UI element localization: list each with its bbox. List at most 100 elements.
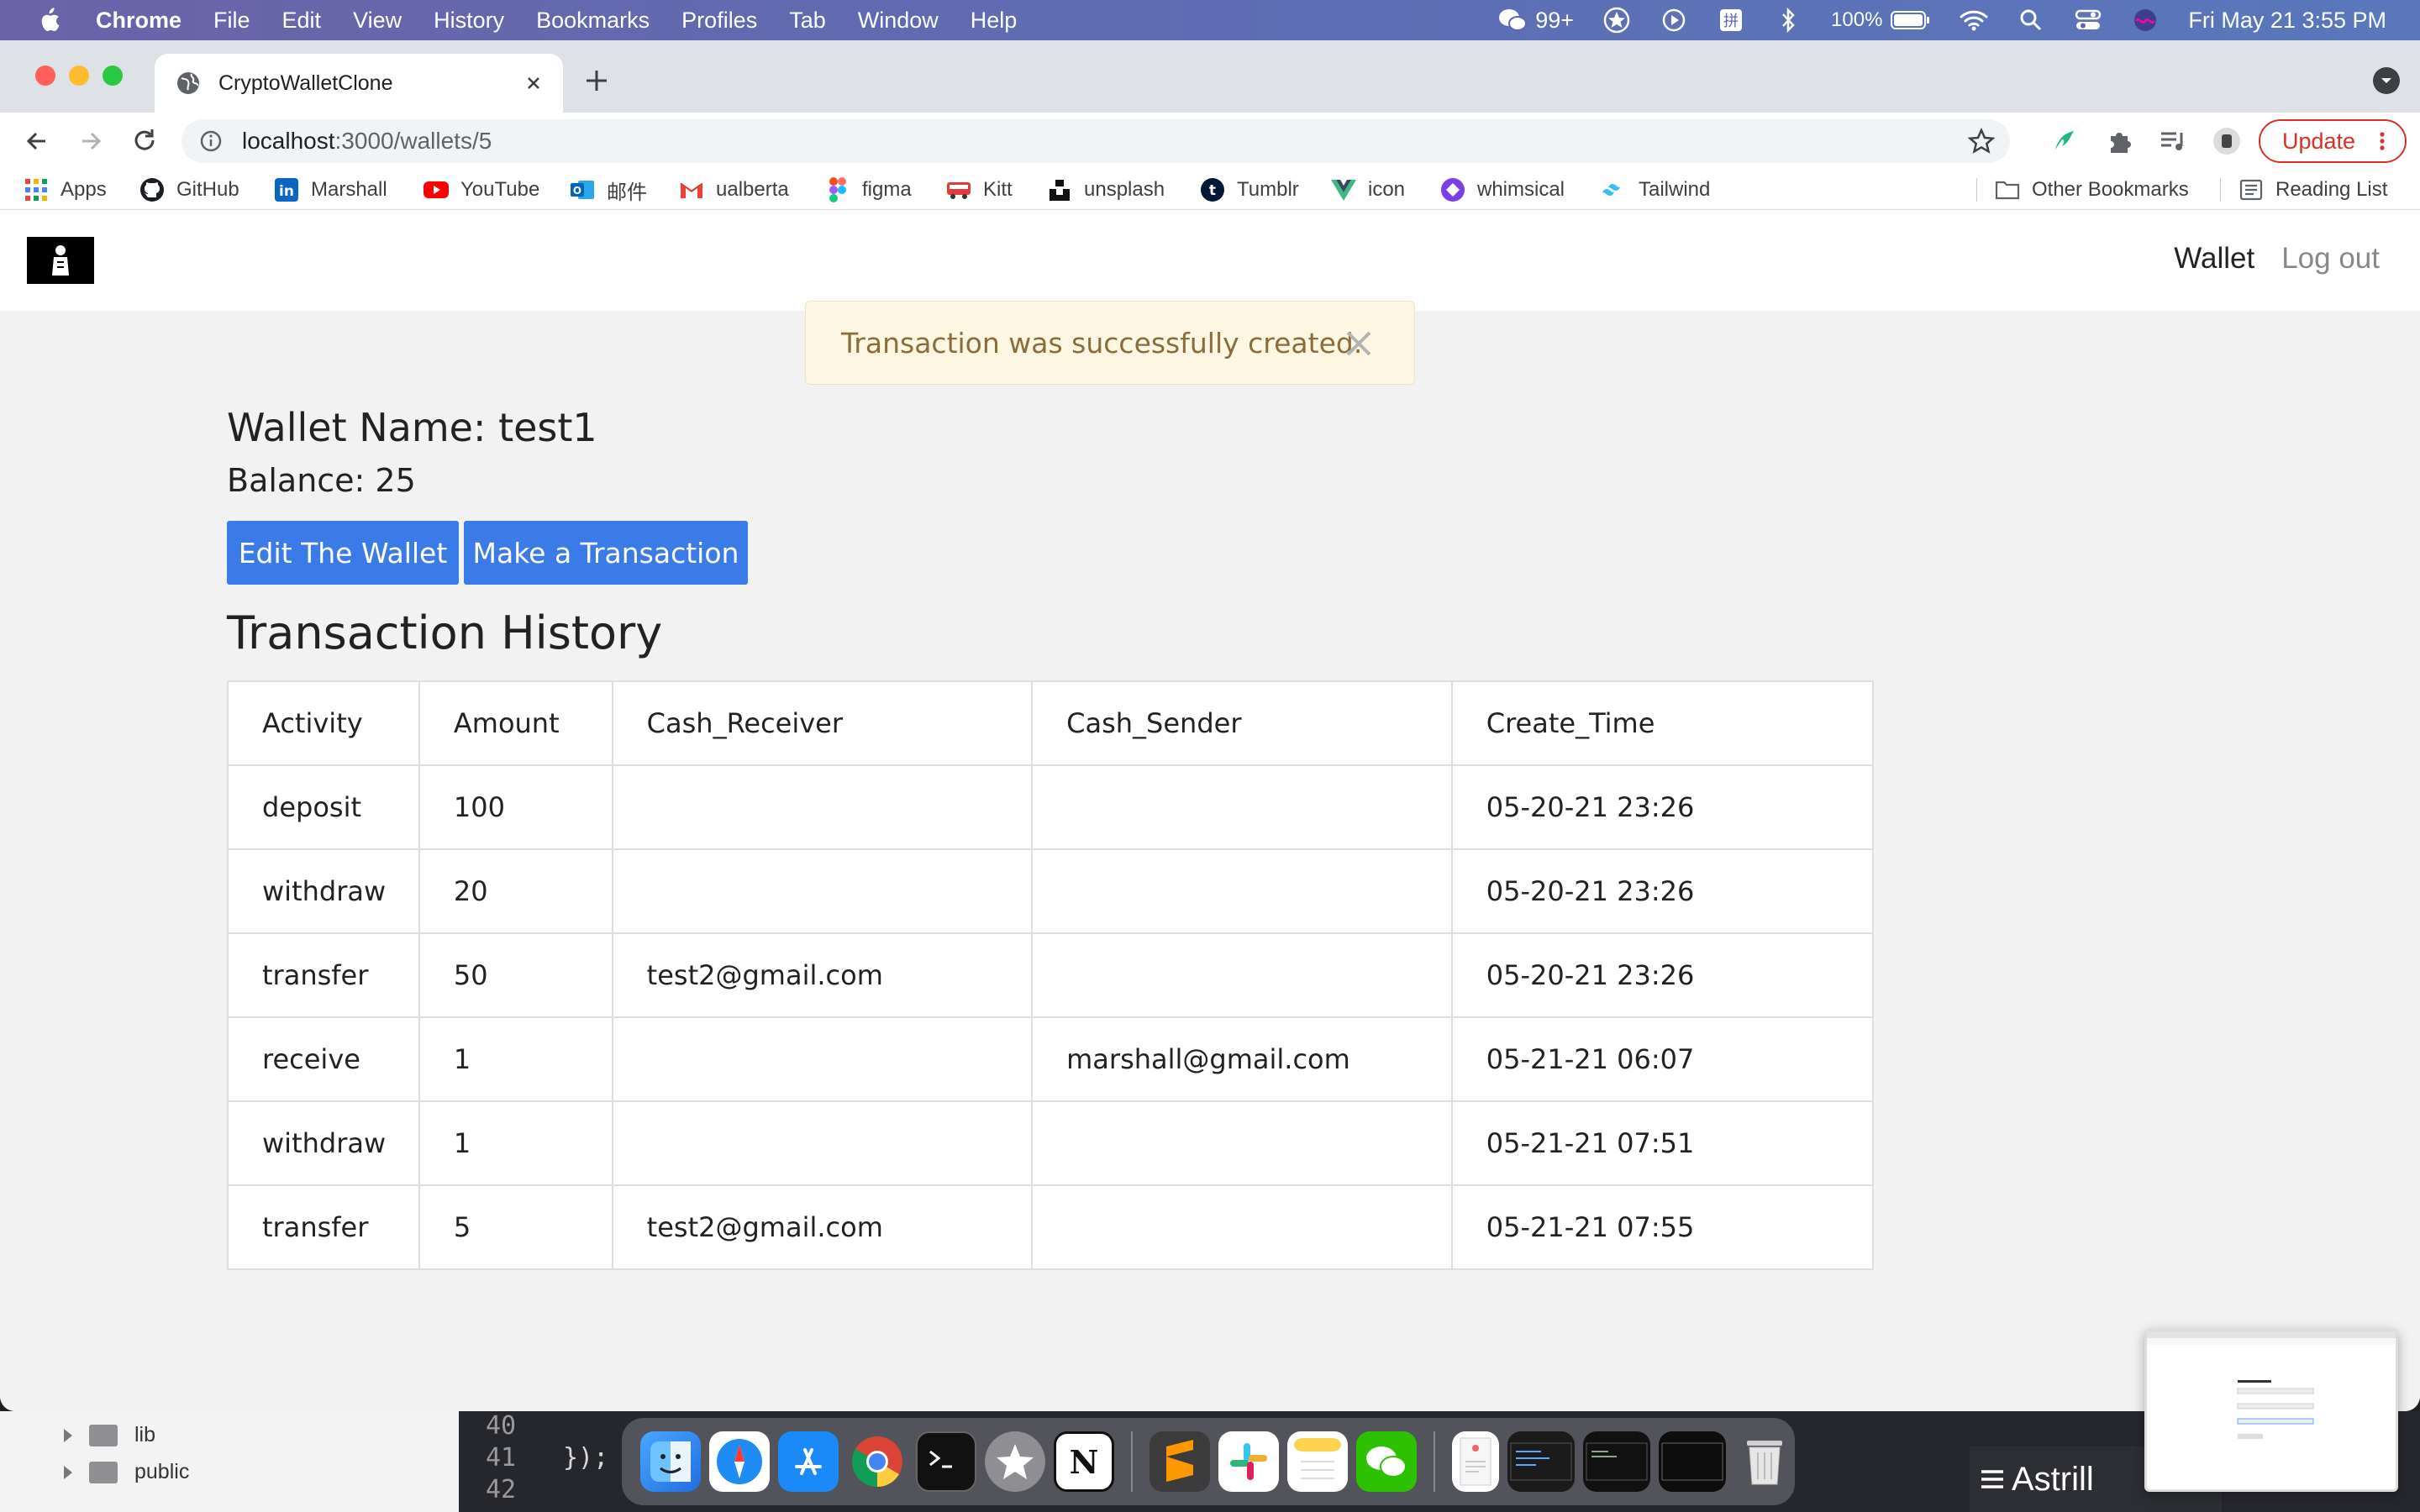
notes-icon[interactable]: [1287, 1431, 1348, 1492]
app-store-icon[interactable]: [778, 1431, 839, 1492]
menu-edit[interactable]: Edit: [282, 8, 322, 34]
close-window-button[interactable]: [35, 66, 55, 86]
menubar-app-name[interactable]: Chrome: [96, 8, 182, 34]
menu-bookmarks[interactable]: Bookmarks: [536, 8, 650, 34]
url-host: localhost: [242, 128, 335, 154]
cell-cash-sender: [1031, 764, 1453, 850]
close-tab-icon[interactable]: [521, 71, 546, 96]
terminal-icon[interactable]: [916, 1431, 976, 1492]
bookmark-marshall[interactable]: in Marshall: [274, 176, 387, 203]
svg-text:N: N: [1070, 1443, 1099, 1481]
menu-tab[interactable]: Tab: [789, 8, 826, 34]
bookmark-label: Apps: [60, 178, 107, 201]
bookmark-kitt[interactable]: Kitt: [946, 176, 1013, 203]
bookmark-star-icon[interactable]: [1967, 127, 1996, 155]
back-arrow-icon[interactable]: [22, 126, 52, 156]
apple-menu-icon[interactable]: [34, 5, 64, 35]
make-transaction-button[interactable]: Make a Transaction: [464, 521, 748, 585]
document-thumbnail-icon[interactable]: [1452, 1431, 1499, 1492]
forward-arrow-icon[interactable]: [76, 126, 106, 156]
wifi-icon[interactable]: [1960, 6, 1988, 34]
wechat-app-icon[interactable]: [1356, 1431, 1417, 1492]
column-header-activity: Activity: [227, 680, 420, 766]
bookmark-unsplash[interactable]: unsplash: [1047, 176, 1165, 203]
minimize-window-button[interactable]: [69, 66, 89, 86]
address-bar[interactable]: localhost:3000/wallets/5: [182, 119, 2010, 163]
tree-item-label: public: [134, 1460, 190, 1483]
trash-icon[interactable]: [1734, 1431, 1795, 1492]
extensions-puzzle-icon[interactable]: [2104, 126, 2134, 156]
more-menu-icon[interactable]: [2370, 129, 2395, 154]
bookmark-whimsical[interactable]: whimsical: [1440, 176, 1565, 203]
wechat-status[interactable]: 99+: [1498, 6, 1574, 34]
menubar-clock[interactable]: Fri May 21 3:55 PM: [2188, 8, 2386, 34]
other-bookmarks-label: Other Bookmarks: [2032, 178, 2189, 201]
bookmark-icon[interactable]: icon: [1331, 176, 1405, 203]
siri-icon[interactable]: [2131, 6, 2160, 34]
menu-history[interactable]: History: [434, 8, 504, 34]
bookmark-github[interactable]: GitHub: [139, 176, 239, 203]
linkedin-icon: in: [274, 177, 299, 202]
zoom-window-button[interactable]: [103, 66, 123, 86]
spotlight-search-icon[interactable]: [2017, 6, 2045, 34]
other-bookmarks[interactable]: Other Bookmarks: [1995, 176, 2189, 203]
nav-wallet-link[interactable]: Wallet: [2174, 242, 2254, 276]
bookmark-tumblr[interactable]: t Tumblr: [1200, 176, 1299, 203]
disclosure-triangle-icon: [64, 1428, 72, 1442]
close-icon[interactable]: [1344, 328, 1374, 359]
transaction-history-heading: Transaction History: [227, 606, 663, 659]
chrome-update-button[interactable]: Update: [2259, 119, 2407, 163]
bookmark-figma[interactable]: figma: [825, 176, 912, 203]
new-tab-plus-icon[interactable]: [581, 66, 612, 96]
line-number: 40: [486, 1411, 517, 1441]
menu-help[interactable]: Help: [971, 8, 1018, 34]
safari-icon[interactable]: [709, 1431, 770, 1492]
edit-wallet-button[interactable]: Edit The Wallet: [227, 521, 459, 585]
site-logo[interactable]: [27, 237, 94, 284]
input-method-icon[interactable]: 拼: [1717, 6, 1745, 34]
star-status-icon[interactable]: [1602, 6, 1631, 34]
bookmark-label: Tailwind: [1639, 178, 1711, 201]
svg-text:O: O: [573, 185, 581, 197]
bluetooth-icon[interactable]: [1774, 6, 1802, 34]
wallet-balance: Balance: 25: [227, 462, 416, 499]
bookmark-label: icon: [1368, 178, 1406, 201]
slack-icon[interactable]: [1218, 1431, 1279, 1492]
play-status-icon[interactable]: [1660, 6, 1688, 34]
reload-icon[interactable]: [129, 126, 160, 156]
bookmark-youtube[interactable]: YouTube: [424, 176, 539, 203]
menu-view[interactable]: View: [353, 8, 402, 34]
tree-item-public[interactable]: public: [64, 1460, 189, 1484]
launchpad-star-icon[interactable]: [985, 1431, 1045, 1492]
bookmark-apps[interactable]: Apps: [24, 176, 107, 203]
window-thumbnail-icon[interactable]: [1507, 1431, 1575, 1492]
tab-search-chevron-icon[interactable]: [2373, 67, 2400, 94]
figma-icon: [825, 177, 850, 202]
chrome-icon[interactable]: [847, 1431, 908, 1492]
bookmark-tailwind[interactable]: Tailwind: [1602, 176, 1710, 203]
extension-green-icon[interactable]: [2049, 126, 2079, 156]
control-center-icon[interactable]: [2074, 6, 2102, 34]
window-thumbnail-icon[interactable]: [1583, 1431, 1650, 1492]
screenshot-preview-thumbnail[interactable]: [2144, 1329, 2398, 1492]
menu-window[interactable]: Window: [858, 8, 939, 34]
window-thumbnail-icon[interactable]: [1659, 1431, 1726, 1492]
reading-list[interactable]: Reading List: [2238, 176, 2387, 203]
bookmark-ualberta[interactable]: ualberta: [679, 176, 789, 203]
battery-status[interactable]: 100%: [1831, 6, 1931, 34]
profile-avatar-icon[interactable]: [2212, 126, 2242, 156]
apps-grid-icon: [24, 177, 49, 202]
bookmark-mail[interactable]: O 邮件: [570, 176, 647, 204]
finder-icon[interactable]: [640, 1431, 701, 1492]
tree-item-lib[interactable]: lib: [64, 1423, 155, 1447]
nav-logout-link[interactable]: Log out: [2281, 242, 2380, 276]
notion-icon[interactable]: N: [1054, 1431, 1114, 1492]
menu-file[interactable]: File: [213, 8, 250, 34]
sublime-text-icon[interactable]: [1150, 1431, 1210, 1492]
url-path: :3000/wallets/5: [334, 128, 492, 154]
tab-cryptowalletclone[interactable]: CryptoWalletClone: [155, 54, 563, 113]
site-info-icon[interactable]: [198, 129, 224, 154]
column-header-create-time: Create_Time: [1450, 680, 1875, 766]
media-control-icon[interactable]: [2158, 126, 2188, 156]
menu-profiles[interactable]: Profiles: [681, 8, 757, 34]
